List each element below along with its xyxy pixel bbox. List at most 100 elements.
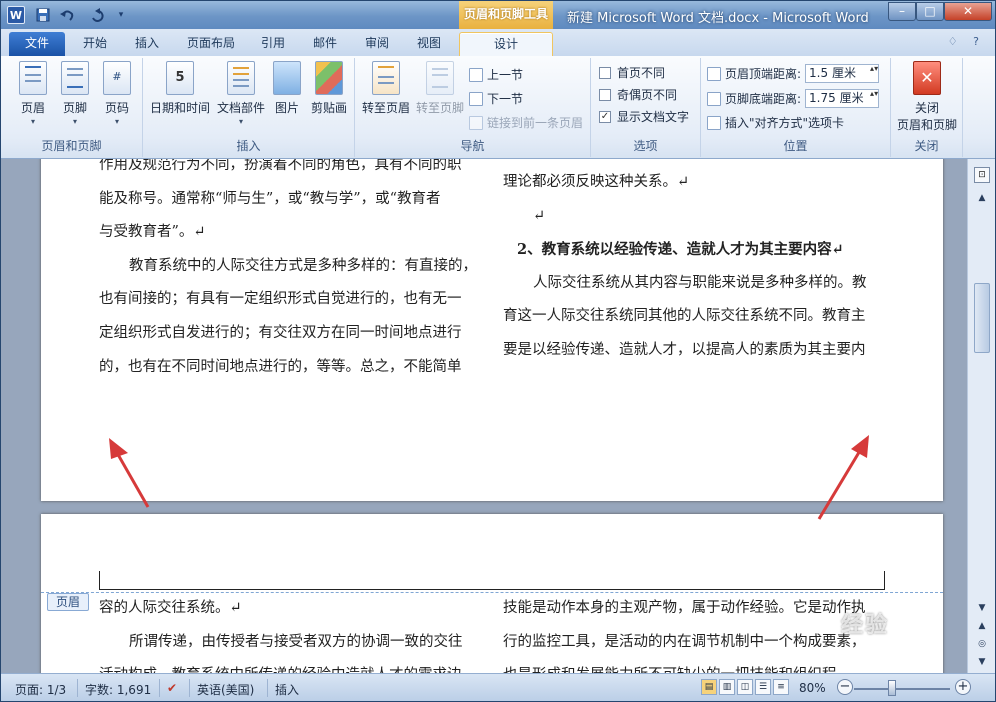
group-insert: 5 日期和时间 文档部件 ▾ 图片 剪贴画 插入 bbox=[143, 58, 355, 157]
footer-button[interactable]: 页脚 ▾ bbox=[53, 61, 97, 126]
picture-label: 图片 bbox=[274, 101, 299, 115]
title-bar: W ▾ 页眉和页脚工具 新建 Microsoft Word 文档.docx - … bbox=[1, 1, 995, 29]
header-top-label: 页眉顶端距离: bbox=[725, 67, 802, 81]
show-document-text-option[interactable]: ✓ 显示文档文字 bbox=[599, 108, 689, 125]
tab-home[interactable]: 开始 bbox=[73, 32, 117, 56]
goto-header-button[interactable]: 转至页眉 bbox=[359, 61, 413, 116]
proofing-icon[interactable]: ✔ bbox=[167, 681, 177, 695]
tab-view[interactable]: 视图 bbox=[409, 32, 449, 56]
status-separator bbox=[267, 679, 268, 697]
word-count-status[interactable]: 字数: 1,691 bbox=[85, 681, 151, 698]
print-layout-view-icon[interactable]: ▤ bbox=[701, 679, 717, 695]
alignment-tab-icon bbox=[707, 115, 721, 130]
footer-bottom-distance: 页脚底端距离: 1.75 厘米 bbox=[707, 89, 880, 108]
zoom-out-button[interactable]: − bbox=[837, 679, 853, 695]
odd-even-checkbox[interactable] bbox=[599, 88, 611, 101]
tab-page-layout[interactable]: 页面布局 bbox=[179, 32, 243, 56]
arrow-left bbox=[114, 450, 150, 508]
status-separator bbox=[77, 679, 78, 697]
close-icon: ✕ bbox=[913, 61, 941, 95]
insert-alignment-tab-button[interactable]: 插入"对齐方式"选项卡 bbox=[707, 114, 844, 131]
clipart-button[interactable]: 剪贴画 bbox=[307, 61, 351, 116]
document-area[interactable]: 作用及规范行为不同，扮演着不同的角色，具有不同的职 能及称号。通常称“师与生”，… bbox=[1, 159, 967, 673]
tab-file[interactable]: 文件 bbox=[9, 32, 65, 56]
scroll-nav-icons[interactable]: ▼ ▲ ◎ ▼ bbox=[974, 599, 990, 671]
group-label-insert: 插入 bbox=[236, 139, 261, 153]
next-section-label: 下一节 bbox=[487, 92, 524, 106]
link-to-previous-label: 链接到前一条页眉 bbox=[487, 116, 584, 130]
goto-header-icon bbox=[372, 61, 400, 95]
quickparts-button[interactable]: 文档部件 ▾ bbox=[215, 61, 267, 126]
footer-bottom-spinner[interactable]: 1.75 厘米 bbox=[805, 89, 880, 108]
next-section-icon bbox=[469, 91, 483, 106]
close-header-footer-button[interactable]: ✕ 关闭 页眉和页脚 bbox=[893, 61, 961, 133]
quickparts-label: 文档部件 bbox=[216, 101, 265, 115]
save-icon[interactable] bbox=[35, 6, 51, 24]
show-text-label: 显示文档文字 bbox=[617, 110, 690, 124]
header-top-spinner[interactable]: 1.5 厘米 bbox=[805, 64, 880, 83]
ruler-toggle-icon[interactable]: ⊡ bbox=[974, 167, 990, 183]
word-app-icon[interactable]: W bbox=[7, 6, 25, 24]
next-section-button[interactable]: 下一节 bbox=[469, 90, 523, 107]
group-label-options: 选项 bbox=[633, 139, 658, 153]
previous-section-button[interactable]: 上一节 bbox=[469, 66, 523, 83]
calendar-icon: 5 bbox=[166, 61, 194, 95]
outline-view-icon[interactable]: ☰ bbox=[755, 679, 771, 695]
header-dropdown-icon: ▾ bbox=[30, 117, 35, 126]
web-layout-view-icon[interactable]: ◫ bbox=[737, 679, 753, 695]
page-number-dropdown-icon: ▾ bbox=[114, 117, 119, 126]
tab-insert[interactable]: 插入 bbox=[125, 32, 169, 56]
footer-bottom-label: 页脚底端距离: bbox=[725, 92, 802, 106]
full-reading-view-icon[interactable]: ▥ bbox=[719, 679, 735, 695]
datetime-button[interactable]: 5 日期和时间 bbox=[149, 61, 211, 116]
language-status[interactable]: 英语(美国) bbox=[197, 681, 254, 698]
goto-header-label: 转至页眉 bbox=[361, 101, 410, 115]
zoom-slider[interactable] bbox=[854, 688, 950, 690]
footer-distance-icon bbox=[707, 91, 721, 106]
word-window: W ▾ 页眉和页脚工具 新建 Microsoft Word 文档.docx - … bbox=[0, 0, 996, 702]
header-distance-icon bbox=[707, 66, 721, 81]
picture-icon bbox=[273, 61, 301, 95]
header-label: 页眉 bbox=[20, 101, 45, 115]
scroll-thumb[interactable] bbox=[974, 283, 990, 353]
zoom-in-button[interactable]: + bbox=[955, 679, 971, 695]
page-count-status[interactable]: 页面: 1/3 bbox=[15, 681, 66, 698]
link-to-previous-button[interactable]: 链接到前一条页眉 bbox=[469, 114, 583, 131]
zoom-slider-thumb[interactable] bbox=[888, 680, 896, 696]
picture-button[interactable]: 图片 bbox=[267, 61, 307, 116]
annotation-arrows bbox=[109, 435, 869, 520]
arrowhead-left bbox=[109, 438, 128, 459]
tab-mailings[interactable]: 邮件 bbox=[305, 32, 345, 56]
draft-view-icon[interactable]: ≡ bbox=[773, 679, 789, 695]
tab-review[interactable]: 审阅 bbox=[357, 32, 397, 56]
status-separator bbox=[189, 679, 190, 697]
tab-design[interactable]: 设计 bbox=[459, 32, 553, 56]
header-button[interactable]: 页眉 ▾ bbox=[11, 61, 55, 126]
header-top-distance: 页眉顶端距离: 1.5 厘米 bbox=[707, 64, 880, 83]
page-number-button[interactable]: # 页码 ▾ bbox=[95, 61, 139, 126]
close-label-line1: 关闭 bbox=[914, 101, 939, 115]
customize-quick-access-icon[interactable]: ▾ bbox=[115, 6, 127, 24]
minimize-button[interactable]: – bbox=[888, 2, 916, 21]
close-window-button[interactable]: ✕ bbox=[944, 2, 992, 21]
insert-mode-status[interactable]: 插入 bbox=[275, 681, 299, 698]
undo-icon[interactable] bbox=[59, 6, 75, 24]
context-tab-title: 页眉和页脚工具 bbox=[459, 1, 553, 29]
maximize-button[interactable]: □ bbox=[916, 2, 944, 21]
group-position: 页眉顶端距离:1.5 厘米 页脚底端距离:1.75 厘米 插入"对齐方式"选项卡… bbox=[701, 58, 891, 157]
odd-even-different-option[interactable]: 奇偶页不同 bbox=[599, 86, 677, 103]
vertical-scrollbar[interactable]: ⊡ ▲ ▼ ▲ ◎ ▼ bbox=[967, 159, 995, 673]
goto-footer-button[interactable]: 转至页脚 bbox=[413, 61, 467, 116]
show-text-checkbox[interactable]: ✓ bbox=[599, 110, 611, 123]
first-page-checkbox[interactable] bbox=[599, 66, 611, 79]
odd-even-label: 奇偶页不同 bbox=[617, 88, 678, 102]
help-icon[interactable]: ♢ ? bbox=[948, 35, 985, 48]
tab-references[interactable]: 引用 bbox=[253, 32, 293, 56]
zoom-level[interactable]: 80% bbox=[799, 681, 826, 695]
first-page-different-option[interactable]: 首页不同 bbox=[599, 64, 665, 81]
goto-footer-icon bbox=[426, 61, 454, 95]
arrow-right bbox=[817, 448, 863, 520]
redo-icon[interactable] bbox=[89, 6, 105, 24]
footer-label: 页脚 bbox=[62, 101, 87, 115]
scroll-up-icon[interactable]: ▲ bbox=[974, 193, 990, 207]
